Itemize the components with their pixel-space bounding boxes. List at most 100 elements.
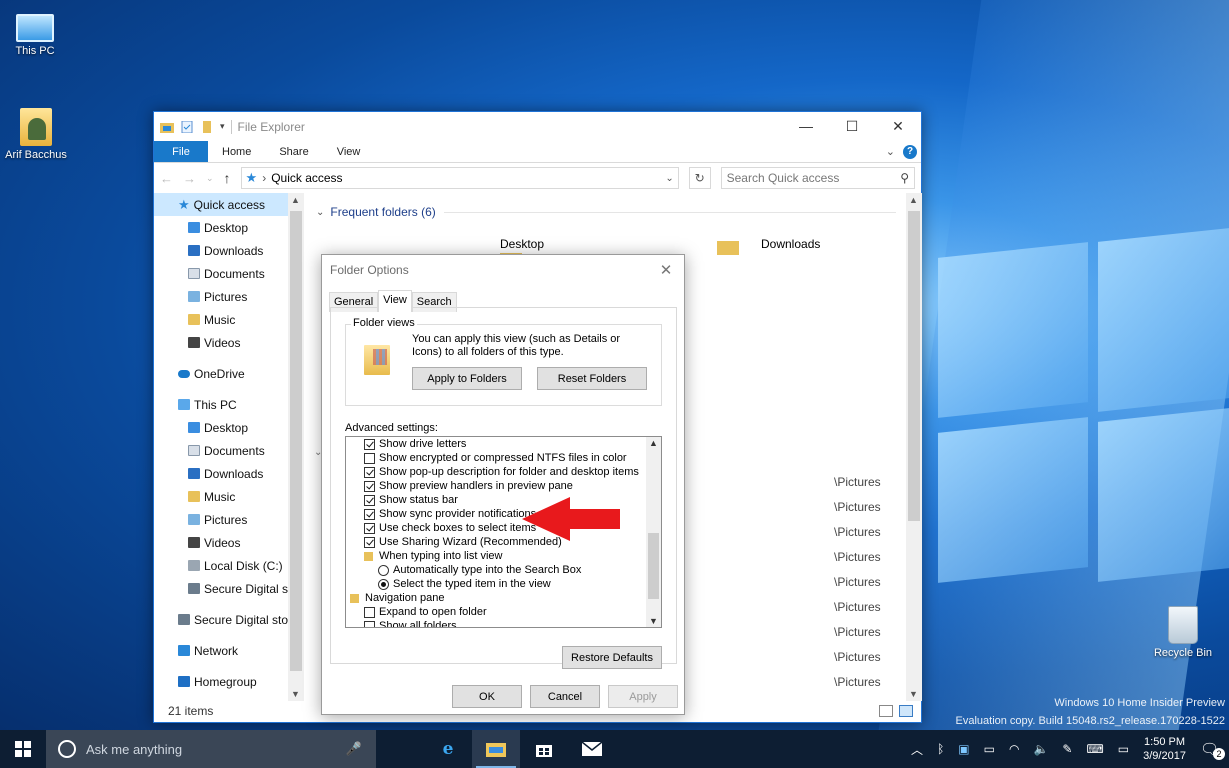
desktop-icon-this-pc[interactable]: This PC <box>0 8 75 57</box>
scroll-thumb[interactable] <box>908 211 920 521</box>
start-button[interactable] <box>0 730 46 768</box>
nav-quick-music[interactable]: Music <box>154 308 304 331</box>
title-bar[interactable]: ▾ File Explorer — ☐ ✕ <box>154 112 921 141</box>
dialog-title-bar[interactable]: Folder Options ✕ <box>322 255 684 285</box>
nav-pc-secure-digital[interactable]: Secure Digital sto <box>154 577 304 600</box>
file-explorer-taskbar-icon[interactable] <box>472 730 520 768</box>
nav-quick-desktop[interactable]: Desktop📌 <box>154 216 304 239</box>
tab-view[interactable]: View <box>323 141 375 162</box>
bluetooth-icon[interactable]: ᛒ <box>937 742 944 756</box>
advanced-setting-row[interactable]: Expand to open folder <box>346 605 647 619</box>
apply-button[interactable]: Apply <box>608 685 678 708</box>
advanced-setting-row[interactable]: Show all folders <box>346 619 647 627</box>
frequent-folders-header[interactable]: ⌄ Frequent folders (6) <box>316 205 896 219</box>
search-icon[interactable]: ⚲ <box>900 171 909 185</box>
frequent-item-desktop[interactable]: Desktop <box>500 237 544 251</box>
wifi-icon[interactable]: ◠ <box>1009 742 1019 756</box>
setting-checkbox[interactable] <box>364 536 375 548</box>
setting-radio[interactable] <box>378 564 389 576</box>
scroll-up-icon[interactable]: ▲ <box>291 195 300 205</box>
close-icon[interactable]: ✕ <box>648 261 684 279</box>
maximize-icon[interactable]: ☐ <box>829 118 875 135</box>
setting-radio[interactable] <box>378 578 389 590</box>
edge-browser-icon[interactable]: e <box>424 730 472 768</box>
forward-arrow-icon[interactable]: → <box>183 171 196 186</box>
frequent-item-downloads[interactable]: Downloads <box>761 237 820 251</box>
properties-icon[interactable] <box>180 120 194 133</box>
minimize-icon[interactable]: — <box>783 118 829 135</box>
action-center-icon[interactable]: 🗨 2 <box>1200 740 1225 760</box>
show-hidden-icons-icon[interactable]: ︿ <box>911 741 923 758</box>
advanced-setting-row[interactable]: Show drive letters <box>346 437 647 451</box>
help-icon[interactable]: ? <box>903 144 917 159</box>
nav-local-disk[interactable]: Local Disk (C:) <box>154 554 304 577</box>
nav-quick-pictures[interactable]: Pictures📌 <box>154 285 304 308</box>
advanced-setting-row[interactable]: Automatically type into the Search Box <box>346 563 647 577</box>
scroll-up-icon[interactable]: ▲ <box>649 438 658 448</box>
cancel-button[interactable]: Cancel <box>530 685 600 708</box>
tab-share[interactable]: Share <box>265 141 322 162</box>
scroll-down-icon[interactable]: ▼ <box>649 616 658 626</box>
advanced-setting-row[interactable]: Show pop-up description for folder and d… <box>346 465 647 479</box>
details-view-icon[interactable] <box>879 705 893 717</box>
desktop-icon-recycle-bin[interactable]: Recycle Bin <box>1143 606 1223 659</box>
nav-scrollbar[interactable]: ▲ ▼ <box>288 193 304 701</box>
touchpad-icon[interactable]: ▭ <box>1118 742 1129 756</box>
customize-toolbar-icon[interactable]: ▾ <box>220 121 225 132</box>
nav-pc-documents[interactable]: Documents <box>154 439 304 462</box>
address-dropdown-icon[interactable]: ⌄ <box>665 173 673 184</box>
advanced-setting-row[interactable]: Navigation pane <box>346 591 647 605</box>
setting-checkbox[interactable] <box>364 522 375 534</box>
tab-view[interactable]: View <box>378 290 412 312</box>
advanced-setting-row[interactable]: When typing into list view <box>346 549 647 563</box>
scroll-thumb[interactable] <box>290 211 302 671</box>
mail-icon[interactable] <box>568 730 616 768</box>
close-icon[interactable]: ✕ <box>875 118 921 135</box>
ok-button[interactable]: OK <box>452 685 522 708</box>
large-icons-view-icon[interactable] <box>899 705 913 717</box>
nav-pc-pictures[interactable]: Pictures <box>154 508 304 531</box>
setting-checkbox[interactable] <box>364 620 375 627</box>
scroll-down-icon[interactable]: ▼ <box>909 689 918 699</box>
microphone-icon[interactable]: 🎤 <box>346 741 362 757</box>
setting-checkbox[interactable] <box>364 480 375 492</box>
advanced-list-scrollbar[interactable]: ▲ ▼ <box>646 437 661 627</box>
nav-pc-music[interactable]: Music <box>154 485 304 508</box>
desktop-icon-user-folder[interactable]: Arif Bacchus <box>0 108 76 161</box>
nav-this-pc[interactable]: This PC <box>154 393 304 416</box>
back-arrow-icon[interactable]: ← <box>160 171 173 186</box>
collapse-chevron-icon[interactable]: ⌄ <box>316 207 324 218</box>
scroll-down-icon[interactable]: ▼ <box>291 689 300 699</box>
nav-pc-videos[interactable]: Videos <box>154 531 304 554</box>
setting-checkbox[interactable] <box>364 466 375 478</box>
volume-icon[interactable]: 🔈 <box>1033 742 1048 756</box>
nav-secure-digital[interactable]: Secure Digital stor <box>154 608 304 631</box>
content-scrollbar[interactable]: ▲ ▼ <box>906 193 922 701</box>
expand-ribbon-icon[interactable]: ⌄ <box>886 145 895 158</box>
setting-checkbox[interactable] <box>364 606 375 618</box>
advanced-setting-row[interactable]: Show encrypted or compressed NTFS files … <box>346 451 647 465</box>
touch-keyboard-icon[interactable]: ⌨ <box>1086 742 1103 756</box>
up-arrow-icon[interactable]: ↑ <box>224 170 231 186</box>
nav-homegroup[interactable]: Homegroup <box>154 670 304 693</box>
setting-checkbox[interactable] <box>364 494 375 506</box>
nav-network[interactable]: Network <box>154 639 304 662</box>
reset-folders-button[interactable]: Reset Folders <box>537 367 647 390</box>
store-icon[interactable] <box>520 730 568 768</box>
search-input[interactable]: Search Quick access ⚲ <box>720 167 915 189</box>
setting-checkbox[interactable] <box>364 438 375 450</box>
new-folder-icon[interactable] <box>200 120 214 133</box>
breadcrumb-chevron-icon[interactable]: › <box>262 171 266 185</box>
tab-home[interactable]: Home <box>208 141 265 162</box>
recent-locations-icon[interactable]: ⌄ <box>206 173 214 184</box>
app-tray-icon[interactable]: ▣ <box>958 742 969 756</box>
advanced-setting-row[interactable]: Show preview handlers in preview pane <box>346 479 647 493</box>
nav-pc-desktop[interactable]: Desktop <box>154 416 304 439</box>
address-field[interactable]: ★ › Quick access ⌄ <box>240 167 679 189</box>
nav-quick-videos[interactable]: Videos <box>154 331 304 354</box>
nav-pc-downloads[interactable]: Downloads <box>154 462 304 485</box>
nav-quick-documents[interactable]: Documents📌 <box>154 262 304 285</box>
apply-to-folders-button[interactable]: Apply to Folders <box>412 367 522 390</box>
setting-checkbox[interactable] <box>364 508 375 520</box>
task-view-icon[interactable] <box>376 730 424 768</box>
